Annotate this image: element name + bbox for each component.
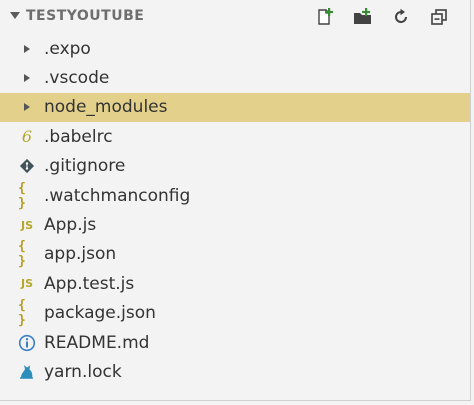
tree-item-app-json[interactable]: { } app.json xyxy=(0,239,470,270)
tree-item-babelrc[interactable]: 6 .babelrc xyxy=(0,122,470,151)
chevron-right-icon xyxy=(18,69,36,87)
refresh-button[interactable] xyxy=(390,6,412,28)
chevron-right-icon xyxy=(18,98,36,116)
tree-item-label: .babelrc xyxy=(44,126,113,147)
tree-item-node-modules[interactable]: node_modules xyxy=(0,92,470,123)
tree-item-expo[interactable]: .expo xyxy=(0,34,470,63)
explorer-header[interactable]: TESTYOUTUBE xyxy=(0,0,470,34)
explorer-actions xyxy=(314,6,450,28)
tree-item-label: app.json xyxy=(44,244,117,265)
tree-item-package-json[interactable]: { } package.json xyxy=(0,298,470,329)
tree-item-label: App.test.js xyxy=(44,273,135,294)
tree-item-label: node_modules xyxy=(44,97,168,118)
json-braces-icon: { } xyxy=(18,180,26,211)
new-folder-button[interactable] xyxy=(352,6,374,28)
javascript-icon: JS xyxy=(20,218,33,232)
tree-item-label: .vscode xyxy=(44,68,110,89)
new-file-icon xyxy=(318,8,334,25)
tree-item-label: .gitignore xyxy=(44,156,126,177)
explorer-title: TESTYOUTUBE xyxy=(26,8,145,24)
tree-item-label: .watchmanconfig xyxy=(44,185,191,206)
git-icon xyxy=(18,157,36,175)
tree-item-label: App.js xyxy=(44,215,97,236)
tree-item-yarn-lock[interactable]: yarn.lock xyxy=(0,357,470,386)
tree-item-gitignore[interactable]: .gitignore xyxy=(0,152,470,181)
tree-item-label: package.json xyxy=(44,303,156,324)
new-folder-icon xyxy=(354,8,371,24)
collapse-all-icon xyxy=(431,9,447,25)
refresh-icon xyxy=(395,8,407,23)
yarn-cat-icon xyxy=(18,363,36,381)
javascript-icon: JS xyxy=(20,277,33,291)
tree-item-app-js[interactable]: JS App.js xyxy=(0,210,470,239)
tree-item-label: .expo xyxy=(44,38,91,59)
tree-item-app-test-js[interactable]: JS App.test.js xyxy=(0,269,470,298)
collapse-all-button[interactable] xyxy=(428,6,450,28)
explorer-panel: TESTYOUTUBE .expo .vscode node_modules 6… xyxy=(0,0,471,401)
babel-icon: 6 xyxy=(21,127,33,147)
new-file-button[interactable] xyxy=(314,6,336,28)
info-icon xyxy=(18,334,36,352)
tree-item-label: README.md xyxy=(44,332,150,353)
tree-item-readme[interactable]: README.md xyxy=(0,328,470,357)
tree-item-label: yarn.lock xyxy=(44,361,122,382)
json-braces-icon: { } xyxy=(18,239,26,270)
chevron-down-icon[interactable] xyxy=(10,12,20,19)
tree-item-watchmanconfig[interactable]: { } .watchmanconfig xyxy=(0,180,470,211)
tree-item-vscode[interactable]: .vscode xyxy=(0,63,470,92)
json-braces-icon: { } xyxy=(18,298,26,329)
file-tree: .expo .vscode node_modules 6 .babelrc .g… xyxy=(0,34,470,387)
chevron-right-icon xyxy=(18,40,36,58)
